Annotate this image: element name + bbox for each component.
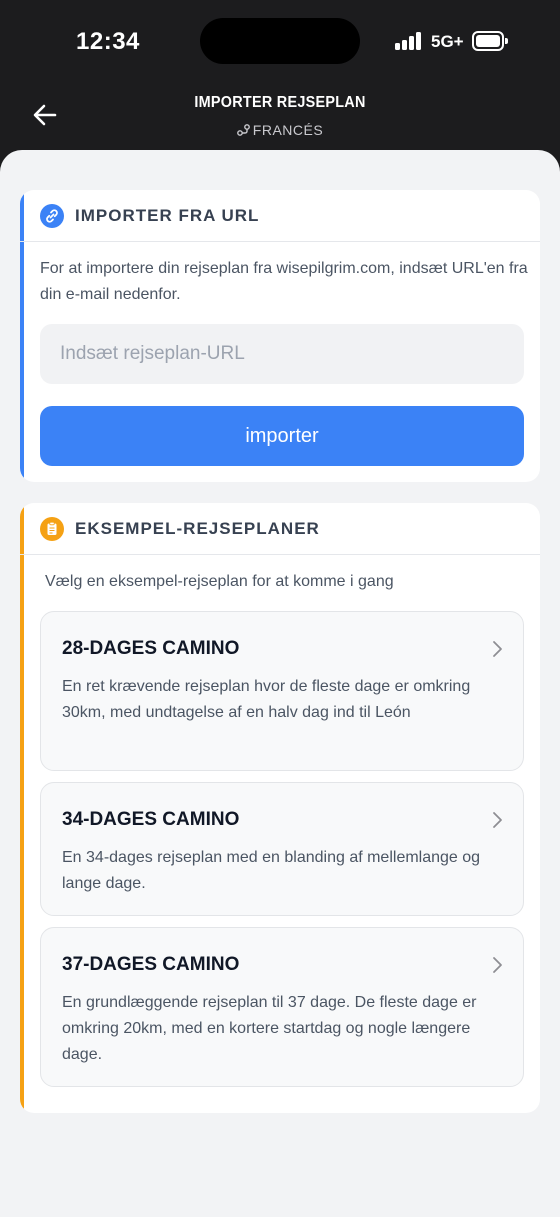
plan-description: En grundlæggende rejseplan til 37 dage. … <box>62 994 477 1063</box>
import-button[interactable]: importer <box>40 406 524 466</box>
status-time: 12:34 <box>76 28 140 55</box>
signal-icon <box>395 32 425 50</box>
page-title: IMPORTER REJSEPLAN <box>194 94 366 111</box>
import-card-title: IMPORTER FRA URL <box>75 206 260 225</box>
content-sheet: IMPORTER FRA URL For at importere din re… <box>0 150 560 1217</box>
url-input[interactable] <box>40 324 524 384</box>
import-card-header: IMPORTER FRA URL <box>20 190 540 242</box>
card-accent <box>20 503 24 1113</box>
battery-icon <box>472 31 508 51</box>
plan-title: 28-DAGES CAMINO <box>62 638 240 659</box>
chevron-right-icon <box>493 641 502 657</box>
examples-description: Vælg en eksempel-rejseplan for at komme … <box>45 573 394 590</box>
status-bar: 12:34 5G+ <box>0 0 560 84</box>
route-name: FRANCÉS <box>252 122 324 138</box>
route-icon <box>236 124 250 136</box>
clipboard-icon <box>40 517 64 541</box>
network-type: 5G+ <box>431 32 464 51</box>
examples-card-title: EKSEMPEL-REJSEPLANER <box>75 519 320 538</box>
examples-card-header: EKSEMPEL-REJSEPLANER <box>20 503 540 555</box>
import-description: For at importere din rejseplan fra wisep… <box>40 260 528 303</box>
link-icon <box>40 204 64 228</box>
plan-item-37-days[interactable]: 37-DAGES CAMINO En grundlæggende rejsepl… <box>40 927 524 1087</box>
plan-description: En 34-dages rejseplan med en blanding af… <box>62 849 481 892</box>
chevron-right-icon <box>493 812 502 828</box>
plan-title: 37-DAGES CAMINO <box>62 954 240 975</box>
page-subtitle: FRANCÉS <box>0 122 560 138</box>
chevron-right-icon <box>493 957 502 973</box>
import-card: IMPORTER FRA URL For at importere din re… <box>20 190 540 482</box>
nav-header: IMPORTER REJSEPLAN FRANCÉS <box>0 84 560 150</box>
plan-item-34-days[interactable]: 34-DAGES CAMINO En 34-dages rejseplan me… <box>40 782 524 916</box>
plan-title: 34-DAGES CAMINO <box>62 809 240 830</box>
plan-item-28-days[interactable]: 28-DAGES CAMINO En ret krævende rejsepla… <box>40 611 524 771</box>
examples-card: EKSEMPEL-REJSEPLANER Vælg en eksempel-re… <box>20 503 540 1113</box>
plan-description: En ret krævende rejseplan hvor de fleste… <box>62 678 471 721</box>
dynamic-island <box>200 18 360 64</box>
